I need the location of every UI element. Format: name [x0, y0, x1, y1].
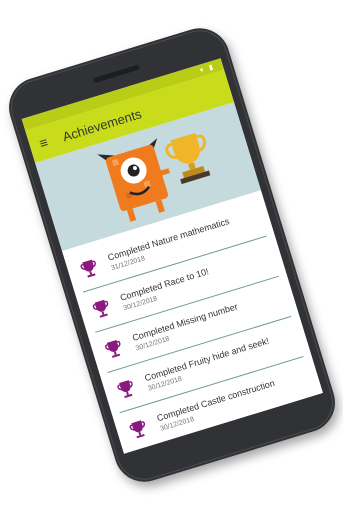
trophy-icon: [99, 336, 129, 361]
trophy-icon: [86, 296, 116, 321]
status-icons: ▾ ▮: [199, 63, 216, 75]
phone-frame: ▾ ▮ ≡ Achievements Completed Nature math…: [1, 20, 343, 490]
app-screen: ▾ ▮ ≡ Achievements Completed Nature math…: [21, 58, 323, 454]
trophy-icon: [74, 256, 104, 281]
trophy-icon: [123, 417, 153, 442]
trophy-icon: [111, 376, 141, 401]
hamburger-menu-icon[interactable]: ≡: [37, 134, 49, 152]
